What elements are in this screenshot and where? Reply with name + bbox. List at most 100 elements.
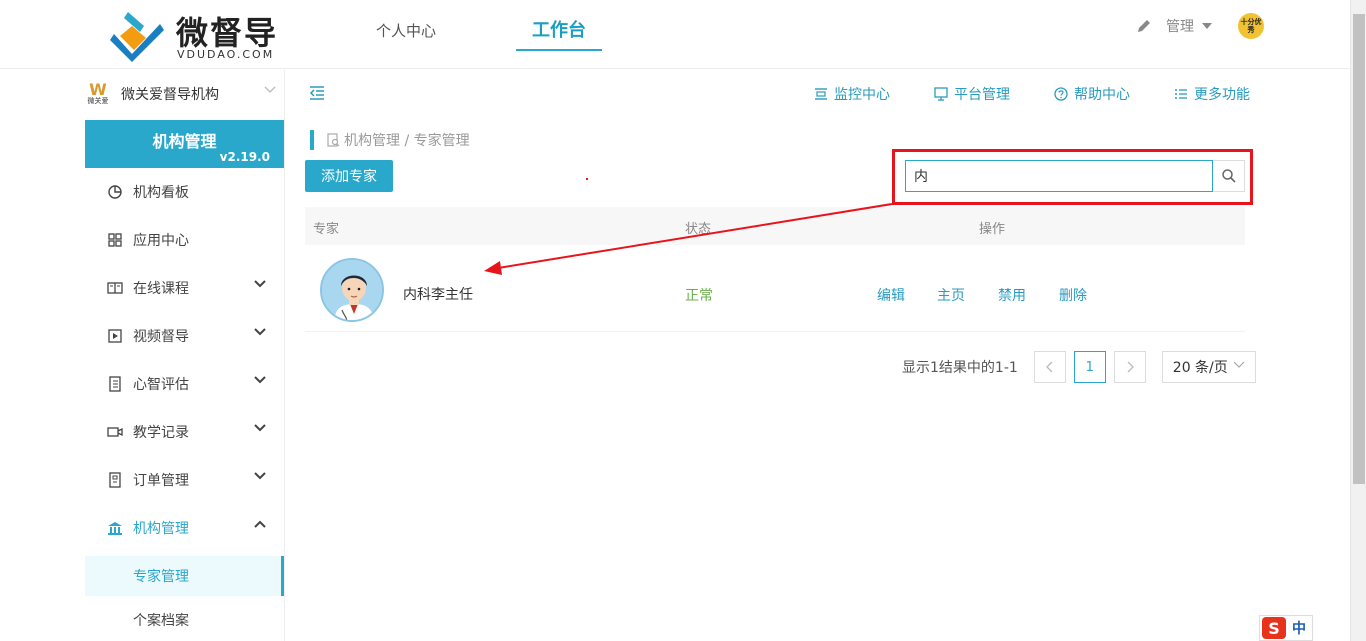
page-scrollbar-thumb[interactable] [1353,14,1365,484]
page-size-select[interactable]: 20 条/页 [1161,351,1256,383]
clipboard-icon [109,376,121,392]
document-search-icon [327,133,340,147]
page-button-current[interactable]: 1 [1073,351,1106,383]
quick-link-more-functions[interactable]: 更多功能 [1174,84,1250,104]
content-toolbar: 监控中心 平台管理 帮助中心 更多功能 [305,78,1250,110]
quick-link-label: 更多功能 [1194,87,1250,103]
org-selector[interactable]: W 微关爱 微关爱督导机构 [85,70,284,118]
disable-link[interactable]: 禁用 [998,285,1026,305]
expert-name: 内科李主任 [403,287,473,303]
sidebar-item-label: 机构管理 [133,521,189,537]
sidebar-item-label: 视频督导 [133,329,189,345]
chevron-down-icon [254,472,266,480]
sidebar-subitem-case-files[interactable]: 个案档案 [85,600,284,640]
book-icon [107,282,123,294]
top-right-tools: 管理 十分优秀 [1136,10,1264,42]
chevron-down-icon [254,328,266,336]
sidebar-item-app-center[interactable]: 应用中心 [85,216,284,264]
search-box [905,160,1245,192]
brand-logo[interactable]: 微督导 VDUDAO.COM [110,8,290,64]
module-version: v2.19.0 [219,150,270,164]
quick-link-label: 帮助中心 [1074,87,1130,103]
sidebar-item-order-management[interactable]: 订单管理 [85,456,284,504]
table-header: 专家 状态 操作 [305,207,1245,245]
sidebar-item-teaching-records[interactable]: 教学记录 [85,408,284,456]
edit-link[interactable]: 编辑 [877,285,905,305]
org-logo-text: 微关爱 [87,96,109,105]
sidebar-item-label: 在线课程 [133,281,189,297]
collapse-menu-icon[interactable] [309,85,325,101]
brand-subtitle: VDUDAO.COM [177,48,275,61]
list-icon [1175,89,1187,99]
doctor-avatar-icon [322,260,382,320]
quick-link-label: 监控中心 [834,87,890,103]
breadcrumb: 机构管理 / 专家管理 [310,129,470,151]
quick-link-platform-management[interactable]: 平台管理 [934,84,1010,104]
chevron-down-icon [254,280,266,288]
breadcrumb-path: 机构管理 / 专家管理 [344,133,470,149]
ime-indicator[interactable]: S 中 [1259,615,1313,641]
annotation-dot [586,178,588,180]
expert-avatar[interactable] [320,258,384,322]
sidebar-subitem-expert-management[interactable]: 专家管理 [85,556,284,596]
module-title: 机构管理 [152,132,217,151]
status-badge: 正常 [685,288,713,304]
play-icon [108,329,122,343]
table-row: 内科李主任 正常 编辑 主页 禁用 删除 [305,252,1245,332]
sidebar-item-label: 心智评估 [133,377,189,393]
chevron-right-icon [1127,361,1134,373]
monitor-list-icon [815,88,827,100]
sidebar-item-label: 教学记录 [133,425,189,441]
sidebar-item-org-management[interactable]: 机构管理 [85,504,284,552]
homepage-link[interactable]: 主页 [937,285,965,305]
user-avatar[interactable]: 十分优秀 [1238,13,1264,39]
top-nav-workbench[interactable]: 工作台 [516,0,603,69]
column-header-expert: 专家 [313,222,340,237]
sidebar-item-online-courses[interactable]: 在线课程 [85,264,284,312]
sidebar-item-label: 机构看板 [133,185,189,201]
sidebar-item-label: 应用中心 [133,233,189,249]
ime-mode: 中 [1292,621,1306,637]
user-menu[interactable]: 管理 [1166,16,1212,36]
org-name: 微关爱督导机构 [121,87,219,103]
sidebar-item-mental-assessment[interactable]: 心智评估 [85,360,284,408]
chevron-down-icon [254,376,266,384]
prev-page-button[interactable] [1033,351,1066,383]
module-header: 机构管理 v2.19.0 [85,120,284,168]
quick-link-label: 平台管理 [954,87,1010,103]
sidebar-item-dashboard[interactable]: 机构看板 [85,168,284,216]
page-scrollbar[interactable] [1350,0,1366,641]
pagination: 显示1结果中的1-1 1 20 条/页 [902,351,1256,383]
user-avatar-text: 十分优秀 [1240,18,1262,34]
page-size-value: 20 条/页 [1172,360,1228,376]
column-header-actions: 操作 [979,222,1006,237]
brand-logo-icon [110,12,164,62]
grid-icon [108,233,122,247]
quick-link-help-center[interactable]: 帮助中心 [1054,84,1130,104]
chevron-down-icon [254,424,266,432]
chevron-left-icon [1045,361,1053,373]
help-circle-icon [1054,87,1068,101]
org-logo-icon: W [89,79,107,99]
search-button[interactable] [1213,160,1245,192]
pagination-info: 显示1结果中的1-1 [902,360,1018,376]
video-camera-icon [107,427,123,437]
user-menu-label: 管理 [1166,19,1194,35]
breadcrumb-accent-bar [310,130,314,150]
pencil-icon[interactable] [1136,18,1152,34]
top-nav: 个人中心 工作台 [360,0,666,69]
quick-link-monitor-center[interactable]: 监控中心 [814,84,890,104]
chevron-down-icon [1233,361,1245,368]
sidebar: W 微关爱 微关爱督导机构 机构管理 v2.19.0 机构看板 应用中心 在线课… [85,70,285,641]
top-nav-personal-center[interactable]: 个人中心 [360,0,452,69]
delete-link[interactable]: 删除 [1059,285,1087,305]
sidebar-item-video-supervision[interactable]: 视频督导 [85,312,284,360]
chevron-up-icon [254,520,266,528]
search-input[interactable] [905,160,1213,192]
next-page-button[interactable] [1113,351,1146,383]
add-expert-button[interactable]: 添加专家 [305,160,393,192]
search-icon [1221,169,1236,183]
bank-icon [108,522,122,535]
sidebar-item-label: 订单管理 [133,473,189,489]
org-logo: W 微关爱 [85,80,111,108]
